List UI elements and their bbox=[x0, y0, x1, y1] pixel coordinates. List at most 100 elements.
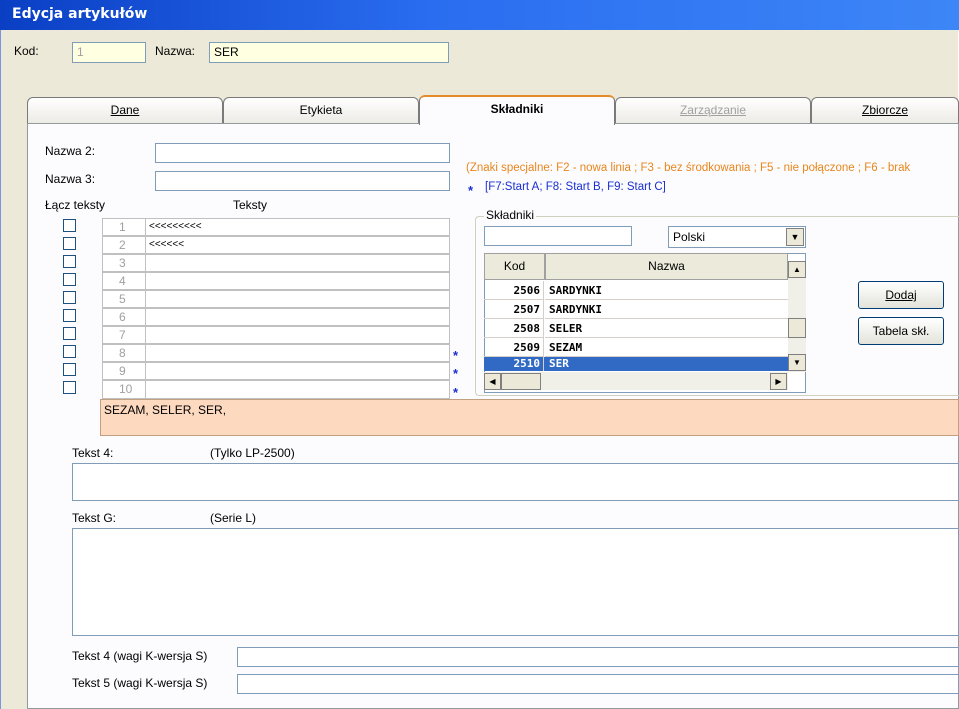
grid-cell-nazwa: SER bbox=[545, 357, 788, 371]
tekstG-field[interactable] bbox=[72, 528, 959, 636]
lacz-checkbox-10[interactable] bbox=[63, 381, 76, 394]
grid-row[interactable]: 2509 SEZAM bbox=[484, 338, 788, 357]
lacz-checkbox-3[interactable] bbox=[63, 255, 76, 268]
grid-row[interactable]: 2508 SELER bbox=[484, 319, 788, 338]
text-row-number: 5 bbox=[102, 290, 146, 308]
tab-label: Dane bbox=[110, 103, 140, 117]
lacz-checkbox-2[interactable] bbox=[63, 237, 76, 250]
tekst4-field[interactable] bbox=[72, 463, 959, 501]
text-row-field[interactable] bbox=[146, 362, 450, 380]
text-row-field[interactable] bbox=[146, 380, 450, 399]
grid-cell-nazwa: SARDYNKI bbox=[545, 281, 788, 300]
dodaj-button[interactable]: Dodaj bbox=[858, 281, 944, 309]
text-row-number: 8 bbox=[102, 344, 146, 362]
grid-cell-kod: 2506 bbox=[484, 281, 544, 300]
scroll-up-icon[interactable]: ▲ bbox=[788, 261, 806, 278]
tab-label: Etykieta bbox=[299, 103, 343, 117]
window-title: Edycja artykułów bbox=[12, 6, 148, 22]
text-row-number: 1 bbox=[102, 218, 146, 236]
grid-cell-nazwa: SEZAM bbox=[545, 338, 788, 357]
grid-row[interactable]: 2507 SARDYNKI bbox=[484, 300, 788, 319]
lacz-checkbox-9[interactable] bbox=[63, 363, 76, 376]
tab-etykieta[interactable]: Etykieta bbox=[223, 97, 419, 123]
grid-cell-nazwa: SELER bbox=[545, 319, 788, 338]
chevron-down-icon[interactable]: ▼ bbox=[786, 228, 804, 246]
star-marker: * bbox=[453, 385, 459, 400]
lacz-checkbox-8[interactable] bbox=[63, 345, 76, 358]
tekst5-wagi-field[interactable] bbox=[237, 674, 959, 694]
star-marker: * bbox=[453, 366, 459, 381]
kod-field[interactable]: 1 bbox=[72, 42, 146, 63]
language-value: Polski bbox=[673, 230, 706, 244]
tab-label: Zbiorcze bbox=[861, 103, 908, 117]
lacz-checkbox-7[interactable] bbox=[63, 327, 76, 340]
grid-row-selected[interactable]: 2510 SER bbox=[484, 357, 788, 371]
text-row-field[interactable] bbox=[146, 308, 450, 326]
grid-row[interactable]: 2506 SARDYNKI bbox=[484, 281, 788, 300]
skladniki-search-input[interactable] bbox=[484, 226, 632, 246]
tabela-skl-button-label: Tabela skł. bbox=[872, 324, 930, 338]
scroll-left-icon[interactable]: ◀ bbox=[484, 373, 501, 390]
text-row-field[interactable] bbox=[146, 272, 450, 290]
grid-cell-kod: 2507 bbox=[484, 300, 544, 319]
language-select[interactable]: Polski ▼ bbox=[668, 226, 806, 248]
scroll-thumb[interactable] bbox=[788, 318, 806, 338]
tekst5-wagi-label: Tekst 5 (wagi K-wersja S) bbox=[72, 676, 208, 690]
special-chars-hint: (Znaki specjalne: F2 - nowa linia ; F3 -… bbox=[466, 162, 911, 174]
text-row-number: 2 bbox=[102, 236, 146, 254]
tekst4-wagi-field[interactable] bbox=[237, 647, 959, 667]
tab-dane[interactable]: Dane bbox=[27, 97, 223, 123]
tab-label: Składniki bbox=[490, 102, 544, 116]
tekst4-note: (Tylko LP-2500) bbox=[210, 446, 295, 460]
nazwa-field[interactable]: SER bbox=[209, 42, 449, 63]
summary-text[interactable]: SEZAM, SELER, SER, bbox=[100, 399, 959, 436]
grid-cell-kod: 2510 bbox=[484, 357, 544, 371]
tab-skladniki[interactable]: Składniki bbox=[419, 95, 615, 125]
tab-label: Zarządzanie bbox=[679, 103, 747, 117]
text-row-number: 3 bbox=[102, 254, 146, 272]
grid-cell-kod: 2509 bbox=[484, 338, 544, 357]
tekst4-wagi-label: Tekst 4 (wagi K-wersja S) bbox=[72, 649, 208, 663]
text-row-field[interactable] bbox=[146, 326, 450, 344]
text-row-number: 10 bbox=[102, 380, 146, 399]
text-row-number: 4 bbox=[102, 272, 146, 290]
nazwa2-field[interactable] bbox=[155, 143, 450, 163]
skladniki-group-label: Składniki bbox=[484, 208, 537, 222]
scroll-thumb[interactable] bbox=[501, 373, 541, 390]
scroll-down-icon[interactable]: ▼ bbox=[788, 354, 806, 371]
tekstG-note: (Serie L) bbox=[210, 511, 257, 525]
lacz-checkbox-4[interactable] bbox=[63, 273, 76, 286]
text-row-field[interactable]: <<<<<<<<< bbox=[146, 218, 450, 236]
grid-cell-nazwa: SARDYNKI bbox=[545, 300, 788, 319]
nazwa2-label: Nazwa 2: bbox=[45, 144, 96, 158]
tekstG-label: Tekst G: bbox=[72, 511, 117, 525]
lacz-checkbox-6[interactable] bbox=[63, 309, 76, 322]
lacz-checkbox-5[interactable] bbox=[63, 291, 76, 304]
star-marker: * bbox=[453, 348, 459, 363]
tekst4-label: Tekst 4: bbox=[72, 446, 114, 460]
nazwa3-field[interactable] bbox=[155, 171, 450, 191]
tabela-skl-button[interactable]: Tabela skł. bbox=[858, 317, 944, 345]
title-bar: Edycja artykułów bbox=[0, 0, 959, 30]
text-row-field[interactable] bbox=[146, 254, 450, 272]
star-marker: * bbox=[468, 183, 474, 198]
scroll-right-icon[interactable]: ▶ bbox=[770, 373, 787, 390]
grid-cell-kod: 2508 bbox=[484, 319, 544, 338]
tab-zarzadzanie[interactable]: Zarządzanie bbox=[615, 97, 811, 123]
grid-header-kod[interactable]: Kod bbox=[484, 253, 545, 280]
text-row-field[interactable] bbox=[146, 344, 450, 362]
summary-text-value: SEZAM, SELER, SER, bbox=[104, 403, 227, 417]
start-keys-hint: [F7:Start A; F8: Start B, F9: Start C] bbox=[485, 181, 666, 193]
dodaj-button-label: Dodaj bbox=[885, 288, 917, 302]
text-row-number: 9 bbox=[102, 362, 146, 380]
tab-zbiorcze[interactable]: Zbiorcze bbox=[811, 97, 959, 123]
teksty-label: Teksty bbox=[233, 198, 268, 212]
text-row-field[interactable]: <<<<<< bbox=[146, 236, 450, 254]
lacz-teksty-label: Łącz teksty bbox=[45, 198, 106, 212]
lacz-checkbox-1[interactable] bbox=[63, 219, 76, 232]
text-row-field[interactable] bbox=[146, 290, 450, 308]
grid-header-nazwa[interactable]: Nazwa bbox=[545, 253, 788, 280]
nazwa-label: Nazwa: bbox=[155, 44, 196, 58]
nazwa3-label: Nazwa 3: bbox=[45, 172, 96, 186]
text-row-number: 7 bbox=[102, 326, 146, 344]
